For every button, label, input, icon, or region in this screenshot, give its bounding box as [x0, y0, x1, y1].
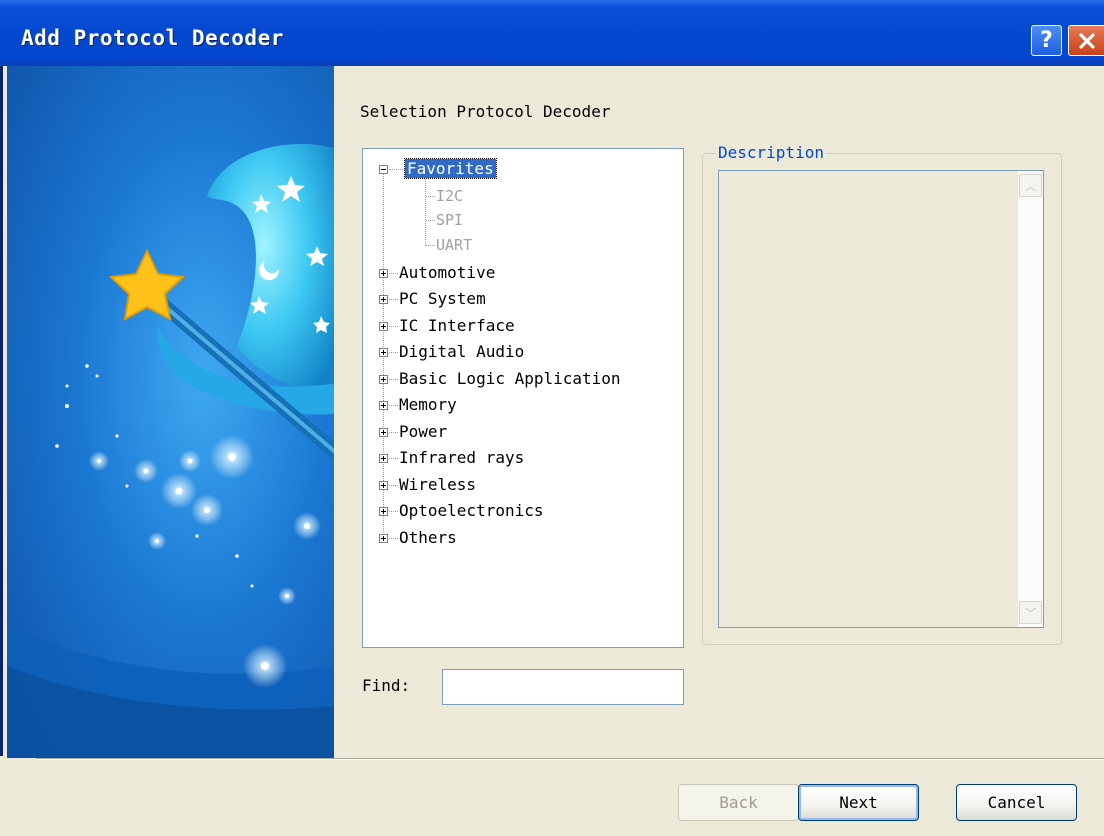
tree-connector: [389, 326, 398, 327]
tree-item-others[interactable]: Others: [399, 527, 457, 549]
tree-item-favorites-label: Favorites: [404, 158, 497, 179]
tree-connector: [426, 220, 435, 221]
expand-icon[interactable]: [379, 481, 388, 490]
description-legend: Description: [716, 143, 826, 162]
description-text-area[interactable]: ︿ ﹀: [718, 170, 1044, 628]
tree-connector: [426, 245, 435, 246]
chevron-up-icon: ︿: [1025, 179, 1036, 193]
scroll-down-button[interactable]: ﹀: [1019, 601, 1042, 624]
expand-icon[interactable]: [379, 428, 388, 437]
tree-item-wireless[interactable]: Wireless: [399, 474, 476, 496]
tree-connector: [389, 538, 398, 539]
tree-item-ic-interface[interactable]: IC Interface: [399, 315, 515, 337]
window-title: Add Protocol Decoder: [21, 26, 284, 50]
chevron-down-icon: ﹀: [1025, 606, 1036, 620]
cancel-button[interactable]: Cancel: [956, 784, 1077, 821]
tree-item-digital-audio[interactable]: Digital Audio: [399, 341, 524, 363]
find-input[interactable]: [442, 669, 684, 705]
help-button[interactable]: ?: [1031, 25, 1062, 56]
tree-connector: [389, 432, 398, 433]
tree-connector: [389, 379, 398, 380]
find-label: Find:: [362, 676, 411, 695]
expand-icon[interactable]: [379, 269, 388, 278]
footer-separator-highlight: [36, 759, 1104, 760]
next-button[interactable]: Next: [798, 784, 919, 821]
tree-connector: [389, 169, 405, 170]
tree-connector: [389, 299, 398, 300]
expand-icon[interactable]: [379, 454, 388, 463]
tree-connector: [389, 511, 398, 512]
expand-icon[interactable]: [379, 295, 388, 304]
wizard-hat-illustration: [7, 144, 334, 758]
tree-connector: [389, 458, 398, 459]
help-icon: ?: [1040, 27, 1053, 53]
tree-connector: [426, 196, 435, 197]
expand-icon[interactable]: [379, 375, 388, 384]
tree-item-automotive[interactable]: Automotive: [399, 262, 495, 284]
tree-item-pc-system[interactable]: PC System: [399, 288, 486, 310]
expand-icon[interactable]: [379, 507, 388, 516]
tree-connector: [389, 485, 398, 486]
protocol-tree[interactable]: Favorites I2C SPI UART Automotive PC Sys…: [362, 148, 684, 648]
expand-icon[interactable]: [379, 322, 388, 331]
tree-item-uart[interactable]: UART: [436, 234, 472, 256]
description-scrollbar[interactable]: ︿ ﹀: [1018, 171, 1043, 627]
tree-item-optoelectronics[interactable]: Optoelectronics: [399, 500, 544, 522]
tree-favorites-line: [425, 177, 426, 246]
expand-icon[interactable]: [379, 534, 388, 543]
close-icon: [1078, 32, 1095, 49]
tree-item-i2c[interactable]: I2C: [436, 185, 463, 207]
back-button[interactable]: Back: [678, 784, 799, 821]
wizard-banner-image: [7, 66, 334, 758]
collapse-icon[interactable]: [379, 165, 388, 174]
expand-icon[interactable]: [379, 401, 388, 410]
tree-connector: [389, 273, 398, 274]
tree-item-infrared-rays[interactable]: Infrared rays: [399, 447, 524, 469]
tree-item-power[interactable]: Power: [399, 421, 447, 443]
tree-connector: [389, 352, 398, 353]
tree-item-favorites[interactable]: Favorites: [404, 158, 497, 180]
close-button[interactable]: [1068, 25, 1104, 56]
window-left-frame: [0, 66, 3, 756]
add-protocol-decoder-dialog: Add Protocol Decoder ? Selection Protoco…: [0, 0, 1104, 836]
tree-item-spi[interactable]: SPI: [436, 209, 463, 231]
tree-item-memory[interactable]: Memory: [399, 394, 457, 416]
title-bar[interactable]: Add Protocol Decoder ?: [0, 0, 1104, 66]
tree-connector: [389, 405, 398, 406]
section-heading: Selection Protocol Decoder: [360, 102, 611, 121]
scroll-up-button[interactable]: ︿: [1019, 174, 1042, 197]
expand-icon[interactable]: [379, 348, 388, 357]
tree-item-basic-logic-application[interactable]: Basic Logic Application: [399, 368, 621, 390]
